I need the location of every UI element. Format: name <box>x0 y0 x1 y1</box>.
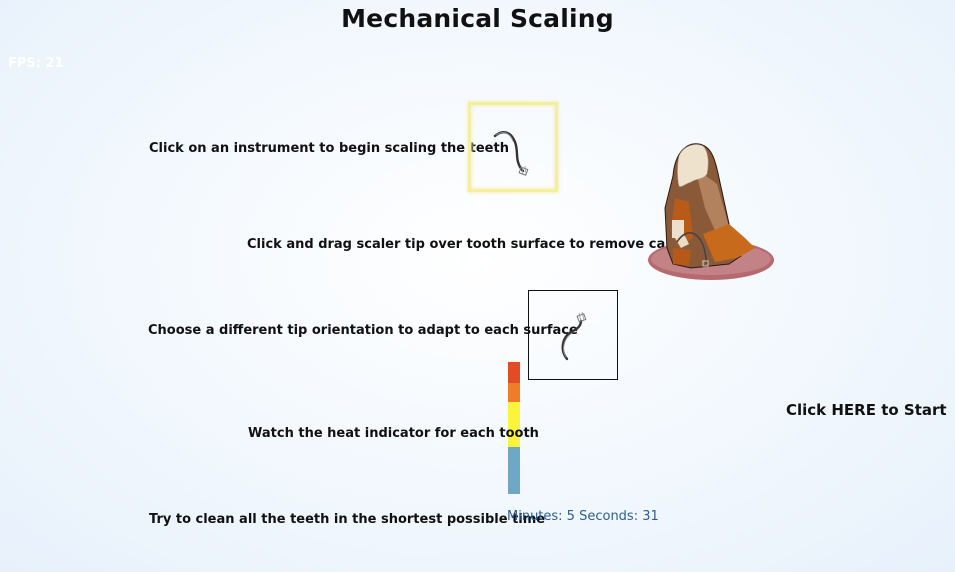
tip-orientation-button[interactable] <box>528 290 618 380</box>
tooth-with-calculus-icon[interactable] <box>645 138 780 288</box>
instrument-select-button[interactable] <box>468 102 558 192</box>
timer: Minutes: 5 Seconds: 31 <box>507 509 659 524</box>
instruction-drag-scaler: Click and drag scaler tip over tooth sur… <box>247 237 709 252</box>
instruction-select-instrument: Click on an instrument to begin scaling … <box>149 141 509 156</box>
heat-level-orange <box>508 383 520 402</box>
instruction-tip-orientation: Choose a different tip orientation to ad… <box>148 323 578 338</box>
page-title: Mechanical Scaling <box>341 4 614 33</box>
heat-level-red <box>508 362 520 383</box>
scaler-instrument-icon <box>493 130 529 176</box>
fps-counter: FPS: 21 <box>8 56 64 71</box>
scaler-tip-orientation-icon <box>561 311 587 361</box>
heat-level-blue <box>508 447 520 494</box>
instruction-heat-indicator: Watch the heat indicator for each tooth <box>248 426 539 441</box>
instruction-clean-time: Try to clean all the teeth in the shorte… <box>149 512 546 527</box>
start-button[interactable]: Click HERE to Start <box>786 401 947 419</box>
